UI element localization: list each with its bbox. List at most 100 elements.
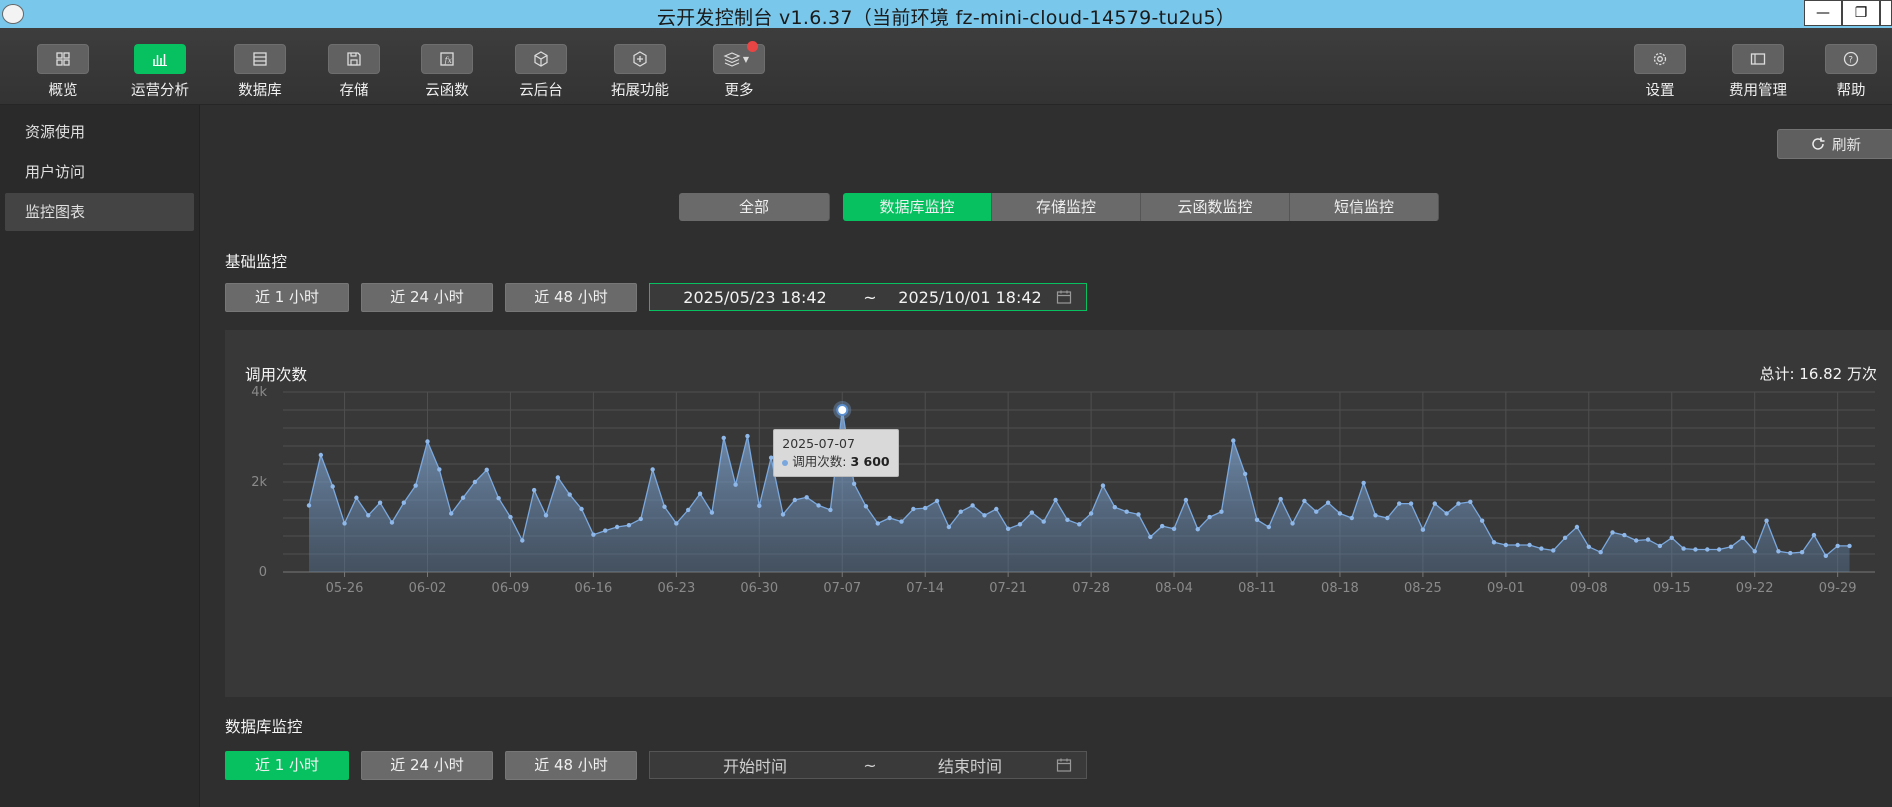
toolbar-help[interactable]: ? 帮助 [1811,44,1891,100]
data-point [1574,524,1580,530]
tab-function-monitor[interactable]: 云函数监控 [1141,193,1290,221]
toolbar-analytics[interactable]: 运营分析 [120,44,200,100]
help-icon: ? [1825,44,1877,74]
data-point [1408,501,1414,506]
monitor-tabs: 全部 数据库监控 存储监控 云函数监控 短信监控 [679,193,1439,221]
card-icon [1732,44,1784,74]
data-point [1183,497,1189,503]
data-point [745,433,750,439]
data-point [1231,438,1236,443]
toolbar-functions[interactable]: fx 云函数 [407,44,487,100]
tab-db-monitor[interactable]: 数据库监控 [843,193,992,221]
db-end-date[interactable]: 结束时间 [880,753,1060,777]
data-point [1634,538,1639,543]
data-point [792,497,798,503]
data-point [1503,542,1509,548]
data-point [484,467,489,473]
db-date-range-picker[interactable]: 开始时间 ~ 结束时间 [649,751,1087,779]
data-point [733,482,738,487]
data-point [828,507,833,513]
function-icon: fx [421,44,473,74]
basic-date-range-picker[interactable]: 2025/05/23 18:42 ~ 2025/10/01 18:42 [649,283,1087,311]
x-tick-label: 06-23 [657,581,695,596]
sidebar-item-resource-usage[interactable]: 资源使用 [5,113,194,151]
data-point [1847,543,1852,549]
bar-chart-icon [134,44,186,74]
toolbar-billing[interactable]: 费用管理 [1718,44,1798,100]
toolbar-extensions[interactable]: 拓展功能 [600,44,680,100]
tooltip-value: 3 600 [850,454,890,469]
sidebar-item-monitor-charts[interactable]: 监控图表 [5,193,194,231]
x-tick-label: 09-08 [1570,581,1608,596]
data-point [1349,515,1355,521]
toolbar-storage[interactable]: 存储 [314,44,394,100]
data-point [1598,550,1603,555]
sidebar-item-user-access[interactable]: 用户访问 [5,153,194,191]
refresh-icon [1812,137,1825,150]
basic-end-date[interactable]: 2025/10/01 18:42 [880,288,1060,307]
call-count-chart[interactable]: 0 2k 4k 05-26 06-02 06-09 06-16 06-23 06-30 07-07… [225,330,1892,697]
data-point [1752,549,1757,554]
cube-icon [515,44,567,74]
data-point [377,500,383,505]
db-range-1h-button[interactable]: 近 1 小时 [225,751,349,780]
tab-sms-monitor[interactable]: 短信监控 [1290,193,1439,221]
data-point [1657,543,1663,549]
data-point [662,504,667,509]
save-icon [328,44,380,74]
data-point [318,452,324,458]
y-tick-label: 2k [251,475,267,490]
toolbar-more[interactable]: ▼ 更多 [699,41,779,100]
main-panel: 刷新 全部 数据库监控 存储监控 云函数监控 短信监控 基础监控 近 1 小时 … [200,105,1892,807]
data-point [354,495,359,500]
data-point [1835,543,1840,549]
toolbar-database[interactable]: 数据库 [220,44,300,100]
data-point [650,467,655,472]
tab-all[interactable]: 全部 [679,193,830,221]
data-point [1160,523,1165,529]
data-point [1551,548,1556,553]
data-point [863,504,869,509]
minimize-button[interactable]: — [1804,0,1842,26]
basic-range-1h-button[interactable]: 近 1 小时 [225,283,349,312]
data-point [780,512,786,517]
tab-storage-monitor[interactable]: 存储监控 [992,193,1141,221]
data-point [1764,518,1769,523]
main-toolbar: 概览 运营分析 数据库 存储 fx 云函数 云后台 拓展功能 ▼ 更多 设置 费… [0,28,1892,105]
basic-range-24h-button[interactable]: 近 24 小时 [361,283,493,312]
data-point [721,435,726,441]
toolbar-cloud-backend[interactable]: 云后台 [501,44,581,100]
toolbar-storage-label: 存储 [339,83,369,99]
data-point [697,491,703,496]
data-point [1456,501,1461,506]
basic-range-48h-button[interactable]: 近 48 小时 [505,283,637,312]
data-point [1420,527,1426,532]
calendar-icon [1056,758,1072,772]
refresh-button[interactable]: 刷新 [1777,129,1892,159]
toolbar-billing-label: 费用管理 [1729,83,1787,99]
db-start-date[interactable]: 开始时间 [650,753,860,777]
x-tick-label: 08-04 [1155,581,1193,596]
y-tick-label: 0 [259,565,267,580]
db-range-24h-button[interactable]: 近 24 小时 [361,751,493,780]
data-point [887,515,892,521]
y-tick-label: 4k [251,385,267,400]
date-separator: ~ [863,287,877,307]
data-point [1077,522,1082,527]
toolbar-overview[interactable]: 概览 [23,44,103,100]
data-point [1136,512,1141,517]
close-button[interactable] [1880,0,1892,26]
x-tick-label: 08-11 [1238,581,1276,596]
data-point [543,513,549,518]
x-tick-label: 08-25 [1404,581,1442,596]
data-point [1539,546,1544,551]
data-point [401,500,406,505]
basic-start-date[interactable]: 2025/05/23 18:42 [650,288,860,307]
data-point [958,509,963,514]
data-point [1444,511,1449,516]
db-range-48h-button[interactable]: 近 48 小时 [505,751,637,780]
data-point [757,503,762,509]
restore-button[interactable]: ❐ [1842,0,1880,26]
data-point [425,439,430,444]
toolbar-settings[interactable]: 设置 [1620,44,1700,100]
